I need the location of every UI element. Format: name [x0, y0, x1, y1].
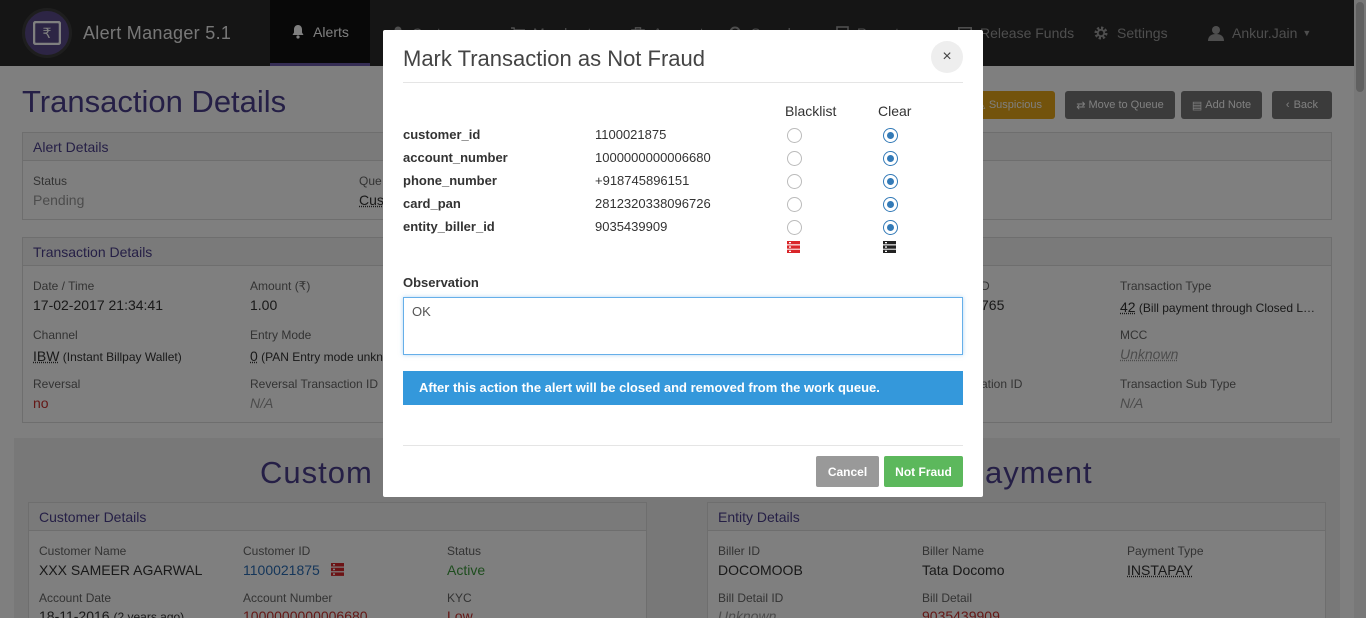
- row-key-customer-id: customer_id: [403, 127, 480, 142]
- blacklist-column-header: Blacklist: [785, 103, 836, 119]
- clear-radio-card-pan[interactable]: [883, 197, 898, 212]
- close-button[interactable]: ×: [931, 41, 963, 73]
- blacklist-radio-account-number[interactable]: [787, 151, 802, 166]
- row-value-entity-biller-id: 9035439909: [595, 219, 667, 234]
- modal-footer-divider: [403, 445, 963, 446]
- row-key-entity-biller-id: entity_biller_id: [403, 219, 495, 234]
- not-fraud-modal: Mark Transaction as Not Fraud × Blacklis…: [383, 30, 983, 497]
- row-value-account-number: 1000000000006680: [595, 150, 711, 165]
- modal-header-divider: [403, 82, 963, 83]
- info-message: After this action the alert will be clos…: [403, 371, 963, 405]
- observation-label: Observation: [403, 275, 479, 290]
- row-value-card-pan: 2812320338096726: [595, 196, 711, 211]
- row-value-phone-number: +918745896151: [595, 173, 689, 188]
- clear-radio-phone-number[interactable]: [883, 174, 898, 189]
- blacklist-radio-entity-biller-id[interactable]: [787, 220, 802, 235]
- blacklist-radio-phone-number[interactable]: [787, 174, 802, 189]
- row-key-phone-number: phone_number: [403, 173, 497, 188]
- clear-radio-entity-biller-id[interactable]: [883, 220, 898, 235]
- row-key-account-number: account_number: [403, 150, 508, 165]
- clear-radio-customer-id[interactable]: [883, 128, 898, 143]
- observation-textarea[interactable]: [403, 297, 963, 355]
- row-key-card-pan: card_pan: [403, 196, 461, 211]
- modal-title: Mark Transaction as Not Fraud: [403, 46, 705, 72]
- blacklist-radio-customer-id[interactable]: [787, 128, 802, 143]
- blacklist-all-icon[interactable]: [787, 241, 800, 253]
- close-icon: ×: [942, 48, 951, 66]
- clear-all-icon[interactable]: [883, 241, 896, 253]
- cancel-button[interactable]: Cancel: [816, 456, 879, 487]
- not-fraud-button[interactable]: Not Fraud: [884, 456, 963, 487]
- clear-column-header: Clear: [878, 103, 911, 119]
- blacklist-radio-card-pan[interactable]: [787, 197, 802, 212]
- row-value-customer-id: 1100021875: [595, 127, 666, 142]
- clear-radio-account-number[interactable]: [883, 151, 898, 166]
